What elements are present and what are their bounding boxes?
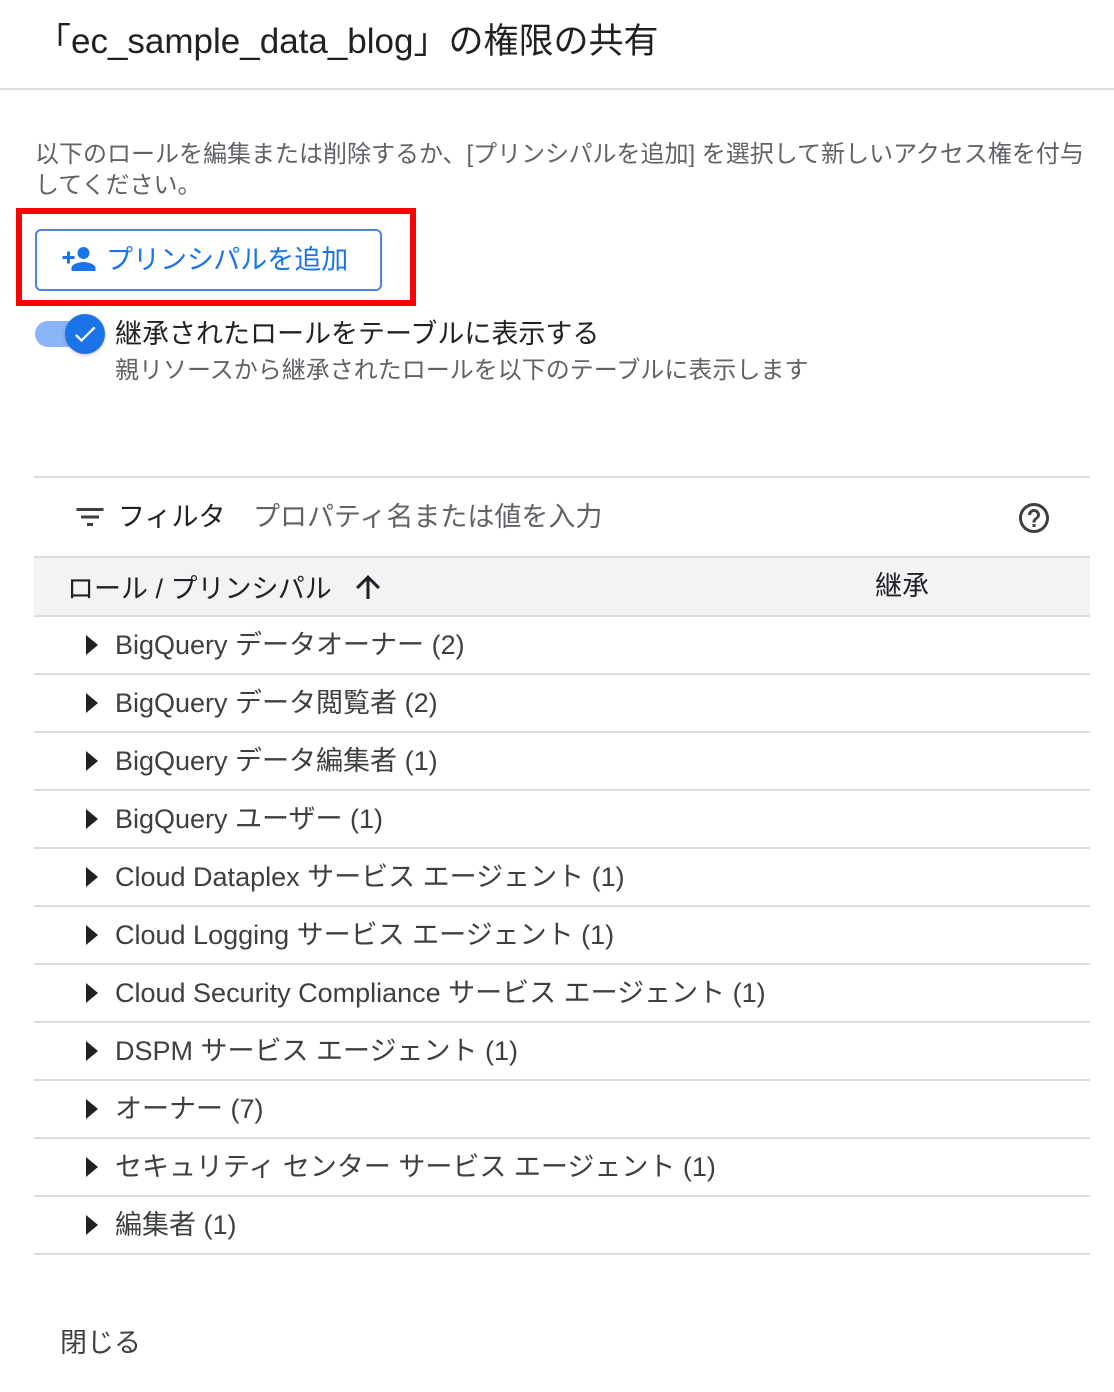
role-row-text: Cloud Security Compliance サービス エージェント (1… (115, 965, 766, 1021)
role-name: Cloud Logging サービス エージェント (115, 920, 574, 950)
add-principal-button[interactable]: プリンシパルを追加 (35, 229, 382, 291)
arrow-right-icon[interactable] (86, 867, 98, 887)
role-table-body: BigQuery データオーナー (2) BigQuery データ閲覧者 (2)… (34, 617, 1090, 1255)
dialog-header: 「ec_sample_data_blog」の権限の共有 (0, 0, 1114, 90)
principal-count: (1) (203, 1210, 237, 1240)
arrow-right-icon[interactable] (86, 635, 98, 655)
principal-count: (1) (732, 978, 766, 1008)
arrow-right-icon[interactable] (86, 925, 98, 945)
role-row-text: Cloud Logging サービス エージェント (1) (115, 907, 614, 963)
principal-count: (1) (682, 1152, 716, 1182)
arrow-right-icon[interactable] (86, 693, 98, 713)
table-header-row: ロール / プリンシパル 継承 (34, 558, 1090, 617)
role-name: BigQuery データ閲覧者 (115, 688, 398, 718)
role-name: オーナー (115, 1094, 223, 1124)
check-icon (71, 320, 99, 348)
principal-count: (1) (404, 746, 438, 776)
role-row[interactable]: BigQuery データオーナー (2) (34, 617, 1090, 675)
arrow-right-icon[interactable] (86, 809, 98, 829)
filter-input[interactable] (253, 497, 993, 537)
principal-count: (2) (404, 688, 438, 718)
role-row-text: セキュリティ センター サービス エージェント (1) (115, 1139, 716, 1195)
role-row-text: オーナー (7) (115, 1081, 264, 1137)
role-row-text: BigQuery ユーザー (1) (115, 791, 383, 847)
role-row-text: DSPM サービス エージェント (1) (115, 1023, 518, 1079)
role-name: Cloud Security Compliance サービス エージェント (115, 978, 726, 1008)
arrow-right-icon[interactable] (86, 983, 98, 1003)
arrow-right-icon[interactable] (86, 1099, 98, 1119)
role-name: BigQuery データ編集者 (115, 746, 398, 776)
principal-count: (7) (230, 1094, 264, 1124)
role-row[interactable]: オーナー (7) (34, 1081, 1090, 1139)
show-inherited-toggle-sublabel: 親リソースから継承されたロールを以下のテーブルに表示します (115, 357, 809, 384)
role-name: BigQuery ユーザー (115, 804, 343, 834)
role-name: Cloud Dataplex サービス エージェント (115, 862, 585, 892)
role-name: DSPM サービス エージェント (115, 1036, 478, 1066)
principal-count: (1) (485, 1036, 518, 1066)
column-header-role-principal[interactable]: ロール / プリンシパル (67, 558, 386, 615)
role-row[interactable]: Cloud Logging サービス エージェント (1) (34, 907, 1090, 965)
dialog-description: 以下のロールを編集または削除するか、[プリンシパルを追加] を選択して新しいアク… (35, 141, 1084, 199)
role-row-text: Cloud Dataplex サービス エージェント (1) (115, 849, 625, 905)
role-row-text: BigQuery データ閲覧者 (2) (115, 675, 438, 731)
arrow-right-icon[interactable] (86, 1041, 98, 1061)
dialog-title: 「ec_sample_data_blog」の権限の共有 (36, 22, 659, 61)
principal-count: (1) (350, 804, 384, 834)
arrow-right-icon[interactable] (86, 1215, 98, 1235)
filter-bar: フィルタ (34, 476, 1090, 558)
close-button[interactable]: 閉じる (44, 1319, 157, 1367)
role-row[interactable]: Cloud Security Compliance サービス エージェント (1… (34, 965, 1090, 1023)
principal-count: (1) (591, 862, 625, 892)
role-name: 編集者 (115, 1210, 196, 1240)
toggle-thumb (65, 314, 105, 354)
principal-count: (1) (581, 920, 615, 950)
arrow-right-icon[interactable] (86, 751, 98, 771)
role-row[interactable]: Cloud Dataplex サービス エージェント (1) (34, 849, 1090, 907)
role-row[interactable]: DSPM サービス エージェント (1) (34, 1023, 1090, 1081)
add-principal-button-label: プリンシパルを追加 (106, 245, 349, 275)
filter-label: フィルタ (118, 502, 226, 532)
arrow-right-icon[interactable] (86, 1157, 98, 1177)
role-row[interactable]: BigQuery データ編集者 (1) (34, 733, 1090, 791)
column-header-label: ロール / プリンシパル (67, 574, 332, 604)
role-row-text: BigQuery データ編集者 (1) (115, 733, 438, 789)
principal-count: (2) (431, 630, 465, 660)
person-add-icon (61, 241, 97, 277)
role-row[interactable]: BigQuery データ閲覧者 (2) (34, 675, 1090, 733)
help-outline-icon[interactable] (1016, 500, 1052, 536)
arrow-upward-icon (350, 569, 386, 605)
show-inherited-toggle-switch[interactable] (35, 314, 107, 354)
role-table: フィルタ ロール / プリンシパル 継承 BigQuery データオーナー (2… (34, 476, 1090, 1255)
share-permissions-dialog: 「ec_sample_data_blog」の権限の共有 以下のロールを編集または… (0, 0, 1114, 1392)
role-row[interactable]: 編集者 (1) (34, 1197, 1090, 1255)
role-name: BigQuery データオーナー (115, 630, 425, 660)
role-row-text: BigQuery データオーナー (2) (115, 617, 465, 673)
filter-list-icon (72, 499, 108, 535)
role-name: セキュリティ センター サービス エージェント (115, 1152, 676, 1182)
role-row[interactable]: BigQuery ユーザー (1) (34, 791, 1090, 849)
show-inherited-toggle-label[interactable]: 継承されたロールをテーブルに表示する (115, 316, 599, 352)
role-row-text: 編集者 (1) (115, 1197, 237, 1253)
column-header-inherited: 継承 (875, 571, 929, 601)
role-row[interactable]: セキュリティ センター サービス エージェント (1) (34, 1139, 1090, 1197)
